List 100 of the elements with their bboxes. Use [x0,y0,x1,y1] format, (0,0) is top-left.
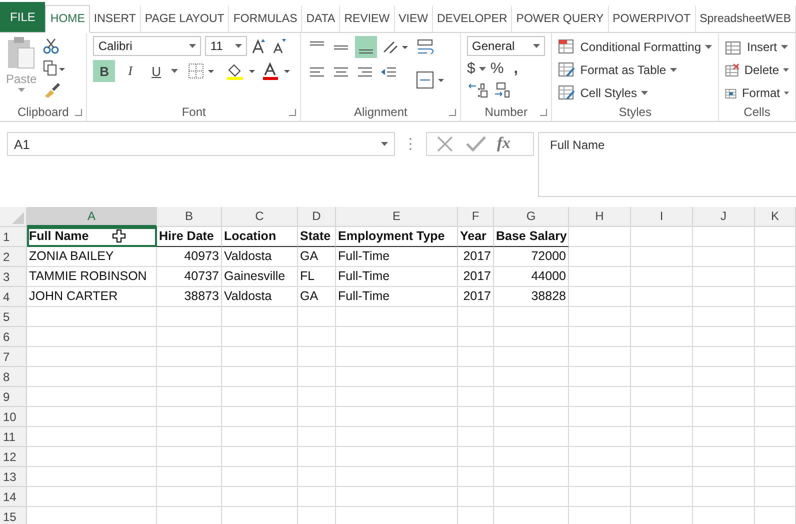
empty-cell[interactable] [458,487,494,507]
empty-cell[interactable] [693,427,755,447]
row-header[interactable]: 8 [0,367,27,387]
empty-cell[interactable] [755,487,796,507]
empty-cell[interactable] [693,247,755,267]
row-header[interactable]: 14 [0,487,27,507]
empty-cell[interactable] [336,487,458,507]
column-header[interactable]: D [298,207,336,227]
empty-cell[interactable] [298,387,336,407]
table-cell[interactable]: Year [458,227,494,247]
empty-cell[interactable] [222,307,298,327]
ribbon-tab[interactable]: POWER QUERY [512,6,609,32]
row-header[interactable]: 3 [0,267,27,287]
empty-cell[interactable] [222,367,298,387]
scissors-icon[interactable] [42,38,59,54]
row-header[interactable]: 10 [0,407,27,427]
empty-cell[interactable] [458,407,494,427]
empty-cell[interactable] [569,407,631,427]
font-name-dropdown[interactable]: Calibri [93,36,202,56]
empty-cell[interactable] [222,487,298,507]
empty-cell[interactable] [336,327,458,347]
empty-cell[interactable] [494,487,569,507]
empty-cell[interactable] [631,407,693,427]
table-cell[interactable]: Full-Time [336,287,458,307]
cells-menu-button[interactable]: Format [725,82,789,103]
empty-cell[interactable] [336,307,458,327]
ribbon-tab[interactable]: DEVELOPER [432,6,512,32]
table-cell[interactable]: ZONIA BAILEY [27,247,157,267]
empty-cell[interactable] [569,227,631,247]
table-cell[interactable]: Base Salary [494,227,569,247]
empty-cell[interactable] [298,447,336,467]
empty-cell[interactable] [631,267,693,287]
empty-cell[interactable] [755,407,796,427]
empty-cell[interactable] [222,427,298,447]
empty-cell[interactable] [693,227,755,247]
empty-cell[interactable] [693,327,755,347]
empty-cell[interactable] [693,347,755,367]
empty-cell[interactable] [157,407,222,427]
empty-cell[interactable] [755,447,796,467]
empty-cell[interactable] [755,427,796,447]
ribbon-tab[interactable]: HOME [45,5,90,33]
empty-cell[interactable] [631,247,693,267]
empty-cell[interactable] [569,387,631,407]
table-cell[interactable]: Location [222,227,298,247]
empty-cell[interactable] [693,367,755,387]
empty-cell[interactable] [298,327,336,347]
percent-button[interactable]: % [490,60,504,77]
column-header[interactable]: J [693,207,755,227]
table-cell[interactable]: Hire Date [157,227,222,247]
row-header[interactable]: 11 [0,427,27,447]
row-header[interactable]: 5 [0,307,27,327]
row-header[interactable]: 13 [0,467,27,487]
empty-cell[interactable] [494,467,569,487]
select-all-button[interactable] [0,207,27,227]
table-cell[interactable]: 40973 [157,247,222,267]
empty-cell[interactable] [755,227,796,247]
empty-cell[interactable] [494,347,569,367]
empty-cell[interactable] [755,267,796,287]
table-cell[interactable]: Employment Type [336,227,458,247]
column-header[interactable]: I [631,207,693,227]
empty-cell[interactable] [222,327,298,347]
cancel-icon[interactable] [435,134,455,154]
row-header[interactable]: 7 [0,347,27,367]
caret-icon[interactable] [171,69,178,73]
empty-cell[interactable] [157,367,222,387]
number-format-dropdown[interactable]: General [467,36,546,56]
column-header[interactable]: A [27,207,157,227]
empty-cell[interactable] [222,467,298,487]
table-cell[interactable]: FL [298,267,336,287]
empty-cell[interactable] [458,367,494,387]
empty-cell[interactable] [569,447,631,467]
empty-cell[interactable] [494,307,569,327]
empty-cell[interactable] [693,447,755,467]
empty-cell[interactable] [458,467,494,487]
empty-cell[interactable] [569,487,631,507]
empty-cell[interactable] [755,387,796,407]
table-cell[interactable]: 2017 [458,267,494,287]
merge-cells-icon[interactable] [415,70,446,90]
empty-cell[interactable] [693,467,755,487]
empty-cell[interactable] [298,307,336,327]
empty-cell[interactable] [336,387,458,407]
empty-cell[interactable] [569,347,631,367]
ribbon-tab[interactable]: DATA [302,6,340,32]
empty-cell[interactable] [336,427,458,447]
empty-cell[interactable] [298,367,336,387]
table-cell[interactable]: 2017 [458,287,494,307]
empty-cell[interactable] [755,287,796,307]
ribbon-tab[interactable]: INSERT [90,6,141,32]
styles-menu-button[interactable]: Conditional Formatting [558,36,712,57]
cells-menu-button[interactable]: Insert [725,36,789,57]
empty-cell[interactable] [693,287,755,307]
dialog-launcher-icon[interactable] [289,109,296,116]
empty-cell[interactable] [458,347,494,367]
empty-cell[interactable] [693,307,755,327]
empty-cell[interactable] [298,407,336,427]
empty-cell[interactable] [494,447,569,467]
empty-cell[interactable] [631,287,693,307]
ribbon-tab[interactable]: PAGE LAYOUT [140,6,230,32]
table-cell[interactable]: GA [298,287,336,307]
empty-cell[interactable] [298,347,336,367]
